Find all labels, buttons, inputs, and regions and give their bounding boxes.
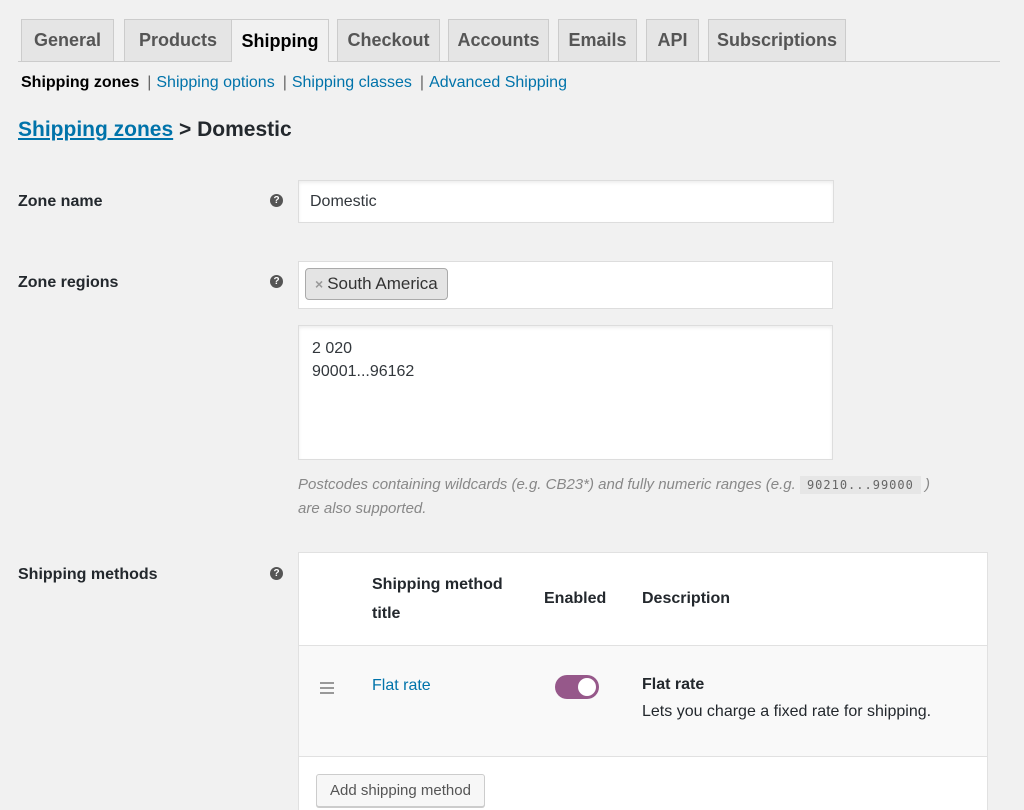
hint-text-close: ) (925, 476, 931, 493)
zone-name-label: Zone name (18, 193, 103, 210)
shipping-methods-label: Shipping methods (18, 566, 158, 583)
column-header-title-line1: Shipping method (372, 576, 503, 593)
column-header-enabled: Enabled (544, 590, 607, 607)
subnav-separator: | (147, 74, 152, 91)
breadcrumb-link-shipping-zones[interactable]: Shipping zones (18, 118, 173, 141)
column-header-description: Description (642, 590, 731, 607)
tab-checkout[interactable]: Checkout (337, 19, 440, 61)
table-row: Flat rate Flat rate Lets you charge a fi… (299, 645, 987, 757)
zone-name-input[interactable]: Domestic (298, 180, 834, 223)
hint-text: Postcodes containing wildcards (e.g. CB2… (298, 476, 796, 493)
method-enabled-toggle[interactable] (555, 675, 599, 699)
zone-regions-select[interactable]: × South America (298, 261, 833, 309)
tab-emails[interactable]: Emails (558, 19, 637, 61)
page-title-breadcrumb: Shipping zones > Domestic (18, 118, 292, 142)
subnav-separator: | (419, 74, 425, 91)
breadcrumb-current: Domestic (197, 118, 292, 141)
zone-regions-label: Zone regions (18, 274, 119, 291)
zone-regions-help-icon[interactable]: ? (270, 275, 283, 288)
drag-handle-icon[interactable] (320, 682, 334, 697)
remove-chip-icon[interactable]: × (315, 276, 323, 292)
region-chip-south-america: × South America (305, 268, 448, 300)
tab-shipping[interactable]: Shipping (231, 19, 329, 62)
column-header-title: Shipping method title (372, 570, 503, 628)
postcodes-textarea[interactable]: 2 020 90001...96162 (298, 325, 833, 460)
method-title-link[interactable]: Flat rate (372, 677, 431, 695)
tab-subscriptions[interactable]: Subscriptions (708, 19, 846, 61)
shipping-methods-help-icon[interactable]: ? (270, 567, 283, 580)
method-description-text: Lets you charge a fixed rate for shippin… (642, 703, 932, 720)
shipping-methods-table: Shipping method title Enabled Descriptio… (298, 552, 988, 810)
tab-general[interactable]: General (21, 19, 114, 61)
subnav-separator: | (282, 74, 287, 91)
subnav-current-shipping-zones: Shipping zones (21, 74, 140, 91)
method-description-title: Flat rate (642, 676, 705, 693)
region-chip-label: South America (327, 274, 438, 293)
settings-tabs: General Products Shipping Checkout Accou… (18, 19, 1000, 62)
hint-code-example: 90210...99000 (799, 476, 921, 494)
subnav-link-shipping-classes[interactable]: Shipping classes (292, 74, 412, 92)
column-header-title-line2: title (372, 605, 401, 622)
breadcrumb-separator: > (179, 118, 192, 141)
subnav-link-advanced-shipping[interactable]: Advanced Shipping (429, 74, 567, 92)
toggle-knob (578, 678, 596, 696)
tab-accounts[interactable]: Accounts (448, 19, 549, 61)
zone-name-help-icon[interactable]: ? (270, 194, 283, 207)
postcodes-hint: Postcodes containing wildcards (e.g. CB2… (298, 473, 998, 520)
shipping-subnav: Shipping zones | Shipping options | Ship… (21, 74, 567, 92)
hint-text-line2: are also supported. (298, 500, 427, 517)
tab-api[interactable]: API (646, 19, 699, 61)
add-shipping-method-button[interactable]: Add shipping method (316, 774, 485, 807)
subnav-link-shipping-options[interactable]: Shipping options (156, 74, 274, 92)
tab-products[interactable]: Products (124, 19, 232, 61)
